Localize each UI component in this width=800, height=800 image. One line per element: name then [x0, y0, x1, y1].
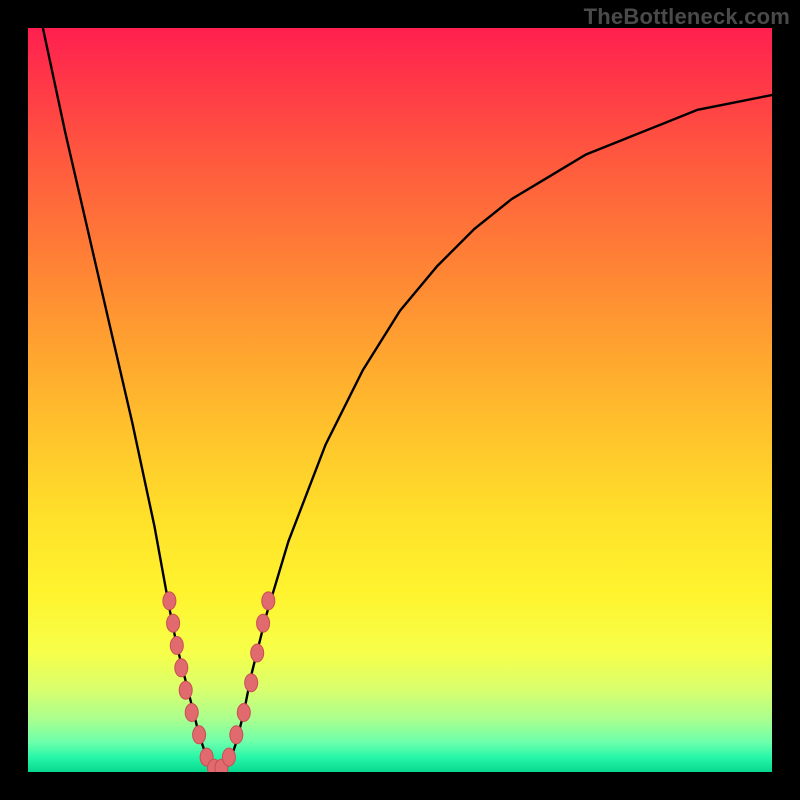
- curve-marker: [222, 748, 235, 766]
- curve-marker: [257, 614, 270, 632]
- curve-marker: [175, 659, 188, 677]
- curve-marker: [179, 681, 192, 699]
- curve-marker: [230, 726, 243, 744]
- curve-marker: [167, 614, 180, 632]
- curve-marker: [170, 637, 183, 655]
- curve-markers: [163, 592, 275, 772]
- chart-svg: [28, 28, 772, 772]
- curve-marker: [163, 592, 176, 610]
- outer-frame: TheBottleneck.com: [0, 0, 800, 800]
- plot-area: [28, 28, 772, 772]
- bottleneck-curve: [43, 28, 772, 772]
- curve-marker: [245, 674, 258, 692]
- curve-marker: [251, 644, 264, 662]
- curve-marker: [237, 704, 250, 722]
- curve-marker: [262, 592, 275, 610]
- watermark-text: TheBottleneck.com: [584, 4, 790, 30]
- curve-marker: [185, 704, 198, 722]
- curve-marker: [193, 726, 206, 744]
